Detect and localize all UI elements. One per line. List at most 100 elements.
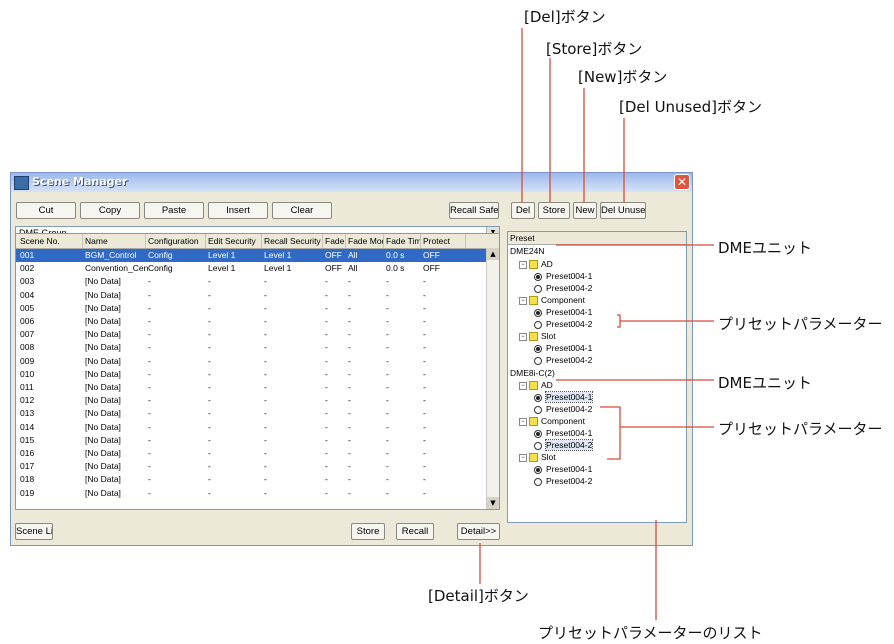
table-row[interactable]: 009 [No Data] - - - - - - -: [16, 355, 486, 368]
column-header[interactable]: Edit Security: [206, 234, 262, 248]
table-row[interactable]: 006 [No Data] - - - - - - -: [16, 315, 486, 328]
tree-folder[interactable]: − Component: [519, 416, 585, 427]
cut-button[interactable]: Cut: [16, 202, 76, 219]
tree-preset[interactable]: Preset004-2: [534, 439, 594, 451]
tree-preset[interactable]: Preset004-1: [534, 428, 592, 439]
table-cell: -: [348, 474, 351, 485]
tree-preset[interactable]: Preset004-1: [534, 307, 592, 318]
table-cell: [No Data]: [85, 421, 121, 432]
table-row[interactable]: 002 Convention_CenterConfig Level 1 Level 1…: [16, 262, 486, 275]
table-cell: OFF: [423, 263, 440, 274]
recall-button[interactable]: Recall: [396, 523, 434, 540]
callout-preset-parameter-2: プリセットパラメーター: [718, 420, 883, 438]
tree-folder[interactable]: − AD: [519, 380, 553, 391]
column-header[interactable]: Configuration: [146, 234, 206, 248]
table-row[interactable]: 001 BGM_Control Config Level 1 Level 1 OFF All…: [16, 249, 486, 262]
collapse-icon[interactable]: −: [519, 332, 527, 341]
tree-preset[interactable]: Preset004-2: [534, 476, 592, 487]
collapse-icon[interactable]: −: [519, 260, 527, 269]
tree-preset[interactable]: Preset004-2: [534, 404, 592, 415]
table-cell: -: [208, 474, 211, 485]
scroll-down-icon[interactable]: ▼: [487, 497, 499, 509]
tree-unit[interactable]: DME24N: [510, 246, 544, 257]
vertical-scrollbar[interactable]: ▲ ▼: [486, 248, 499, 509]
table-row[interactable]: 011 [No Data] - - - - - - -: [16, 381, 486, 394]
table-row[interactable]: 007 [No Data] - - - - - - -: [16, 328, 486, 341]
collapse-icon[interactable]: −: [519, 296, 527, 305]
store-button[interactable]: Store: [538, 202, 570, 219]
table-row[interactable]: 014 [No Data] - - - - - - -: [16, 421, 486, 434]
collapse-icon[interactable]: −: [519, 381, 527, 390]
table-cell: -: [386, 382, 389, 392]
column-header[interactable]: Name: [83, 234, 146, 248]
copy-button[interactable]: Copy: [80, 202, 140, 219]
preset-radio-icon[interactable]: [534, 441, 542, 450]
collapse-icon[interactable]: −: [519, 453, 527, 462]
tree-preset[interactable]: Preset004-1: [534, 271, 592, 282]
tree-preset[interactable]: Preset004-2: [534, 319, 592, 330]
insert-button[interactable]: Insert: [208, 202, 268, 219]
table-row[interactable]: 008 [No Data] - - - - - - -: [16, 341, 486, 354]
clear-button[interactable]: Clear: [272, 202, 332, 219]
preset-radio-icon[interactable]: [534, 429, 542, 438]
tree-preset[interactable]: Preset004-1: [534, 343, 592, 354]
tree-preset[interactable]: Preset004-2: [534, 283, 592, 294]
column-header[interactable]: Fade: [323, 234, 346, 248]
scene-link-button[interactable]: Scene Link: [15, 523, 53, 540]
preset-radio-icon[interactable]: [534, 344, 542, 353]
table-row[interactable]: 010 [No Data] - - - - - - -: [16, 368, 486, 381]
tree-folder[interactable]: − Slot: [519, 452, 556, 463]
paste-button[interactable]: Paste: [144, 202, 204, 219]
tree-folder[interactable]: − Slot: [519, 331, 556, 342]
table-row[interactable]: 012 [No Data] - - - - - - -: [16, 394, 486, 407]
table-row[interactable]: 019 [No Data] - - - - - - -: [16, 487, 486, 500]
column-header[interactable]: Fade Time: [384, 234, 421, 248]
table-row[interactable]: 005 [No Data] - - - - - - -: [16, 302, 486, 315]
preset-radio-icon[interactable]: [534, 477, 542, 486]
preset-radio-icon[interactable]: [534, 356, 542, 365]
preset-radio-icon[interactable]: [534, 272, 542, 281]
table-row[interactable]: 018 [No Data] - - - - - - -: [16, 473, 486, 486]
table-row[interactable]: 017 [No Data] - - - - - - -: [16, 460, 486, 473]
table-row[interactable]: 004 [No Data] - - - - - - -: [16, 289, 486, 302]
title-bar[interactable]: Scene Manager ✕: [11, 173, 692, 192]
folder-icon: [529, 453, 538, 463]
table-cell: -: [386, 355, 389, 366]
preset-radio-icon[interactable]: [534, 320, 542, 329]
table-cell: -: [325, 461, 328, 472]
new-button[interactable]: New: [573, 202, 597, 219]
preset-radio-icon[interactable]: [534, 393, 542, 402]
tree-label: DME24N: [510, 246, 545, 256]
collapse-icon[interactable]: −: [519, 417, 527, 426]
table-row[interactable]: 016 [No Data] - - - - - - -: [16, 447, 486, 460]
table-cell: Config: [148, 250, 173, 260]
tree-preset[interactable]: Preset004-1: [534, 391, 594, 403]
table-cell: -: [423, 276, 426, 287]
tree-preset[interactable]: Preset004-2: [534, 355, 592, 366]
store-scene-button[interactable]: Store: [351, 523, 385, 540]
column-header[interactable]: Scene No.: [18, 234, 83, 248]
column-header[interactable]: Fade Mode: [346, 234, 384, 248]
table-row[interactable]: 015 [No Data] - - - - - - -: [16, 434, 486, 447]
close-button[interactable]: ✕: [674, 174, 690, 190]
table-cell: 012: [20, 395, 35, 406]
recall-safe-button[interactable]: Recall Safe: [449, 202, 499, 219]
preset-radio-icon[interactable]: [534, 308, 542, 317]
detail-button[interactable]: Detail>>: [457, 523, 500, 540]
table-row[interactable]: 003 [No Data] - - - - - - -: [16, 275, 486, 288]
tree-folder[interactable]: − AD: [519, 259, 553, 270]
del-unused-button[interactable]: Del Unused: [600, 202, 646, 219]
table-row[interactable]: 013 [No Data] - - - - - - -: [16, 407, 486, 420]
tree-label: Preset004-2: [546, 404, 593, 414]
table-cell: -: [148, 276, 151, 287]
preset-radio-icon[interactable]: [534, 284, 542, 293]
scroll-up-icon[interactable]: ▲: [487, 248, 499, 260]
column-header[interactable]: Recall Security: [262, 234, 323, 248]
tree-folder[interactable]: − Component: [519, 295, 585, 306]
column-header[interactable]: Protect: [421, 234, 466, 248]
tree-preset[interactable]: Preset004-1: [534, 464, 592, 475]
preset-radio-icon[interactable]: [534, 405, 542, 414]
preset-radio-icon[interactable]: [534, 465, 542, 474]
tree-unit[interactable]: DME8i-C(2): [510, 368, 555, 379]
del-button[interactable]: Del: [511, 202, 535, 219]
